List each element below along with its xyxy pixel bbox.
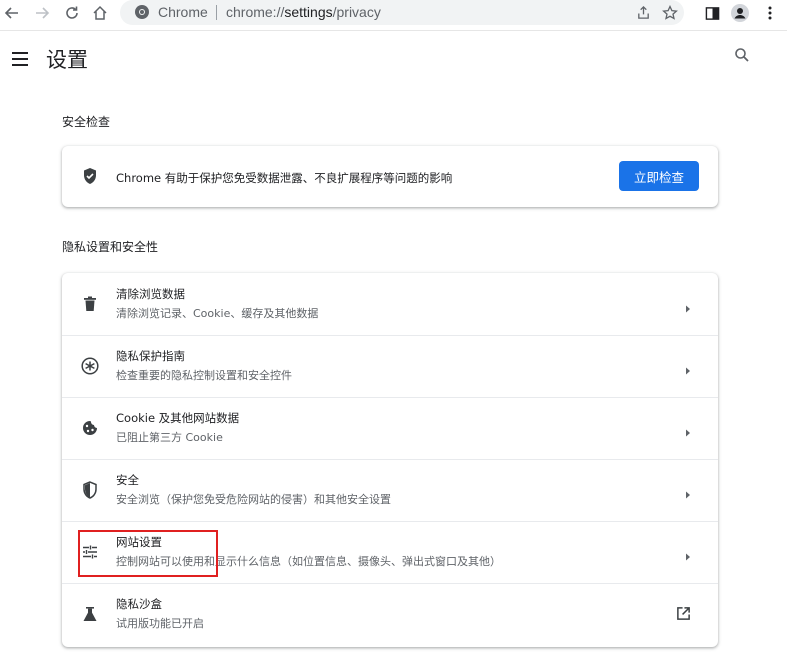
list-item-title: 隐私保护指南	[116, 349, 185, 363]
list-item-title: 清除浏览数据	[116, 287, 185, 301]
flask-icon	[80, 604, 100, 624]
omnibox-separator	[216, 5, 217, 20]
list-item-title: 安全	[116, 473, 139, 487]
external-link-icon[interactable]	[676, 606, 692, 622]
arrow-right-icon	[684, 547, 692, 561]
side-panel-icon[interactable]	[702, 3, 722, 23]
privacy-card: 清除浏览数据 清除浏览记录、Cookie、缓存及其他数据 隐私保护指南 检查重要…	[62, 273, 718, 647]
forward-icon[interactable]	[32, 3, 52, 23]
row-divider	[62, 397, 718, 398]
cookie-icon	[80, 418, 100, 438]
share-icon[interactable]	[635, 4, 652, 21]
more-icon[interactable]	[760, 3, 780, 23]
trash-icon	[80, 294, 100, 314]
list-item-clear-browsing-data[interactable]: 清除浏览数据 清除浏览记录、Cookie、缓存及其他数据	[62, 273, 718, 335]
shield-icon	[80, 480, 100, 500]
home-icon[interactable]	[90, 3, 110, 23]
list-item-subtitle: 清除浏览记录、Cookie、缓存及其他数据	[116, 307, 319, 320]
safety-check-description: Chrome 有助于保护您免受数据泄露、不良扩展程序等问题的影响	[116, 171, 453, 185]
address-bar[interactable]: Chrome chrome://settings/privacy	[120, 0, 684, 25]
row-divider	[62, 521, 718, 522]
safety-check-heading: 安全检查	[62, 115, 111, 129]
omnibox-chip: Chrome	[158, 4, 208, 20]
row-divider	[62, 335, 718, 336]
url-path: /privacy	[332, 4, 381, 20]
arrow-right-icon	[684, 361, 692, 375]
reload-icon[interactable]	[62, 3, 82, 23]
arrow-right-icon	[684, 485, 692, 499]
list-item-title: 隐私沙盒	[116, 597, 162, 611]
list-item-privacy-sandbox[interactable]: 隐私沙盒 试用版功能已开启	[62, 583, 718, 645]
list-item-security[interactable]: 安全 安全浏览（保护您免受危险网站的侵害）和其他安全设置	[62, 459, 718, 521]
search-icon[interactable]	[734, 47, 752, 65]
url-text: chrome://settings/privacy	[226, 4, 381, 20]
list-item-cookies[interactable]: Cookie 及其他网站数据 已阻止第三方 Cookie	[62, 397, 718, 459]
profile-icon[interactable]	[730, 3, 750, 23]
browser-toolbar: Chrome chrome://settings/privacy	[0, 0, 787, 26]
page-title: 设置	[46, 48, 88, 72]
arrow-right-icon	[684, 423, 692, 437]
list-item-privacy-guide[interactable]: 隐私保护指南 检查重要的隐私控制设置和安全控件	[62, 335, 718, 397]
list-item-subtitle: 检查重要的隐私控制设置和安全控件	[116, 369, 292, 382]
list-item-title: Cookie 及其他网站数据	[116, 411, 240, 425]
safety-check-card: Chrome 有助于保护您免受数据泄露、不良扩展程序等问题的影响 立即检查	[62, 146, 718, 207]
back-icon[interactable]	[2, 3, 22, 23]
hamburger-menu-icon[interactable]	[12, 52, 28, 66]
url-scheme: chrome://	[226, 4, 285, 20]
privacy-heading: 隐私设置和安全性	[62, 240, 159, 254]
url-host: settings	[284, 4, 333, 20]
shield-check-icon	[82, 167, 98, 185]
row-divider	[62, 459, 718, 460]
highlight-annotation	[78, 530, 218, 577]
row-divider	[62, 583, 718, 584]
list-item-subtitle: 安全浏览（保护您免受危险网站的侵害）和其他安全设置	[116, 493, 391, 506]
list-item-subtitle: 已阻止第三方 Cookie	[116, 431, 223, 444]
star-icon[interactable]	[661, 4, 678, 21]
arrow-right-icon	[684, 299, 692, 313]
chrome-icon	[134, 4, 150, 20]
privacy-guide-icon	[80, 356, 100, 376]
toolbar-divider	[0, 30, 787, 31]
list-item-subtitle: 试用版功能已开启	[116, 617, 204, 630]
check-now-button[interactable]: 立即检查	[619, 161, 699, 191]
